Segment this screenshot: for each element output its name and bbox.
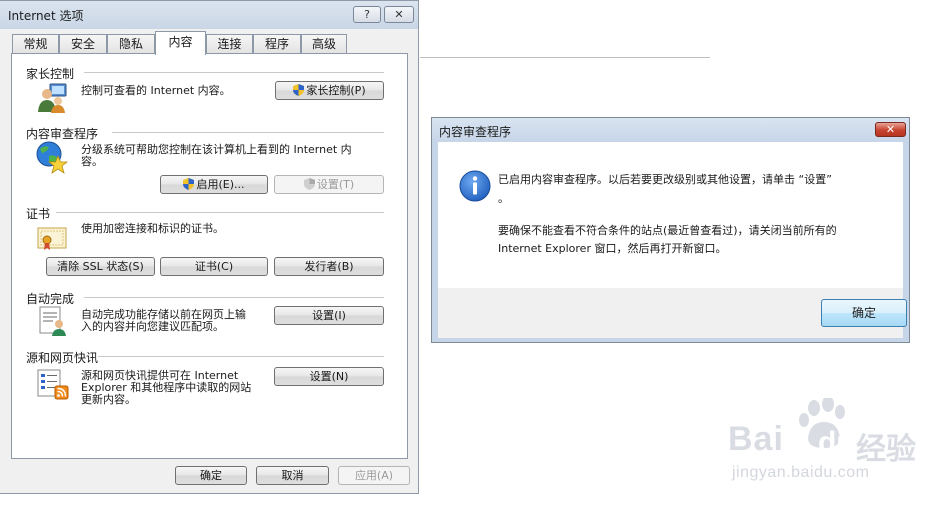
apply-button[interactable]: 应用(A) bbox=[338, 466, 410, 485]
autocomplete-settings-button[interactable]: 设置(I) bbox=[274, 306, 384, 325]
internet-options-dialog: Internet 选项 ? ✕ 常规 安全 隐私 内容 连接 程序 高级 家长控… bbox=[0, 0, 419, 494]
advisor-message-3: 要确保不能查看不符合条件的站点(最近曾查看过)，请关闭当前所有的 bbox=[498, 224, 837, 237]
content-advisor-dialog: 内容审查程序 ✕ 已启用内容审查程序。以后若要更改级别或其他设置，请单击 “设置… bbox=[431, 117, 910, 343]
content-advisor-description-1: 分级系统可帮助您控制在该计算机上看到的 Internet 内 bbox=[81, 143, 352, 156]
content-advisor-description-2: 容。 bbox=[81, 155, 103, 168]
help-button[interactable]: ? bbox=[353, 6, 381, 23]
feeds-icon bbox=[37, 369, 69, 400]
advisor-dialog-title: 内容审查程序 bbox=[439, 125, 512, 139]
section-divider bbox=[84, 297, 384, 298]
autocomplete-description-2: 入的内容并向您建议匹配项。 bbox=[81, 320, 224, 333]
certificates-button[interactable]: 证书(C) bbox=[160, 257, 268, 276]
family-safety-heading: 家长控制 bbox=[26, 67, 75, 81]
uac-shield-icon bbox=[303, 178, 315, 190]
content-advisor-enable-label: 启用(E)... bbox=[196, 178, 245, 191]
baidu-jingyan-watermark: Bai du 经验 jingyan.baidu.com bbox=[728, 396, 938, 488]
family-safety-icon bbox=[38, 83, 67, 113]
content-advisor-enable-button[interactable]: 启用(E)... bbox=[160, 175, 268, 194]
certificate-icon bbox=[37, 227, 67, 250]
section-divider bbox=[56, 212, 384, 213]
family-safety-description: 控制可查看的 Internet 内容。 bbox=[81, 84, 231, 97]
advisor-message-4: Internet Explorer 窗口，然后再打开新窗口。 bbox=[498, 242, 727, 255]
ok-button[interactable]: 确定 bbox=[175, 466, 247, 485]
section-divider bbox=[98, 356, 384, 357]
advisor-title-bar: 内容审查程序 ✕ bbox=[432, 118, 909, 142]
advisor-ok-button[interactable]: 确定 bbox=[821, 299, 907, 327]
tab-advanced[interactable]: 高级 bbox=[301, 34, 347, 54]
tab-connections[interactable]: 连接 bbox=[206, 34, 253, 54]
tab-general[interactable]: 常规 bbox=[12, 34, 59, 54]
feeds-description-3: 更新内容。 bbox=[81, 393, 136, 406]
content-advisor-settings-label: 设置(T) bbox=[316, 178, 355, 191]
autocomplete-icon bbox=[39, 306, 66, 336]
tab-programs[interactable]: 程序 bbox=[253, 34, 301, 54]
publishers-button[interactable]: 发行者(B) bbox=[274, 257, 384, 276]
info-icon bbox=[459, 170, 491, 202]
watermark-brand-cn: 经验 bbox=[856, 432, 916, 467]
content-advisor-settings-button[interactable]: 设置(T) bbox=[274, 175, 384, 194]
feeds-heading: 源和网页快讯 bbox=[26, 351, 99, 365]
tab-content[interactable]: 内容 bbox=[155, 31, 206, 55]
feeds-settings-button[interactable]: 设置(N) bbox=[274, 367, 384, 386]
content-advisor-globe-icon bbox=[36, 141, 68, 174]
background-divider bbox=[420, 57, 710, 58]
clear-ssl-state-button[interactable]: 清除 SSL 状态(S) bbox=[46, 257, 155, 276]
title-bar: Internet 选项 ? ✕ bbox=[0, 1, 418, 29]
cancel-button[interactable]: 取消 bbox=[256, 466, 329, 485]
advisor-message-2: 。 bbox=[498, 192, 509, 205]
uac-shield-icon bbox=[183, 178, 195, 190]
advisor-footer: 确定 bbox=[438, 288, 907, 338]
tab-privacy[interactable]: 隐私 bbox=[107, 34, 155, 54]
dialog-title: Internet 选项 bbox=[8, 9, 84, 23]
certificates-heading: 证书 bbox=[26, 207, 51, 221]
content-tab-panel: 家长控制 控制可查看的 Internet 内容。 家长控制(P) 内容审查程序 bbox=[11, 53, 408, 459]
family-safety-button-label: 家长控制(P) bbox=[306, 84, 366, 97]
close-button[interactable]: ✕ bbox=[384, 6, 414, 23]
watermark-brand: Bai bbox=[728, 420, 784, 458]
certificates-description: 使用加密连接和标识的证书。 bbox=[81, 222, 224, 235]
section-divider bbox=[112, 132, 384, 133]
uac-shield-icon bbox=[293, 84, 305, 96]
advisor-close-button[interactable]: ✕ bbox=[875, 122, 906, 137]
family-safety-button[interactable]: 家长控制(P) bbox=[275, 81, 384, 100]
watermark-url: jingyan.baidu.com bbox=[732, 464, 870, 481]
advisor-message-1: 已启用内容审查程序。以后若要更改级别或其他设置，请单击 “设置” bbox=[498, 173, 832, 186]
tab-security[interactable]: 安全 bbox=[59, 34, 107, 54]
section-divider bbox=[84, 72, 384, 73]
advisor-message-area: 已启用内容审查程序。以后若要更改级别或其他设置，请单击 “设置” 。 要确保不能… bbox=[438, 142, 903, 288]
